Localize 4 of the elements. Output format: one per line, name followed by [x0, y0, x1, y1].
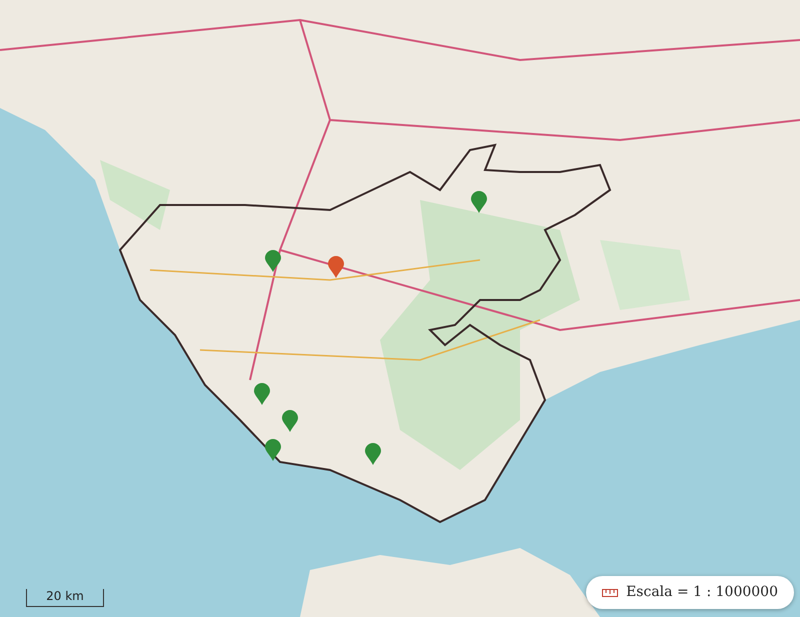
scale-ratio-text: Escala = 1 : 1000000: [626, 583, 778, 602]
map-pin-icon[interactable]: [265, 439, 281, 461]
scale-bar: 20 km: [26, 589, 104, 607]
ruler-icon: [602, 588, 618, 596]
